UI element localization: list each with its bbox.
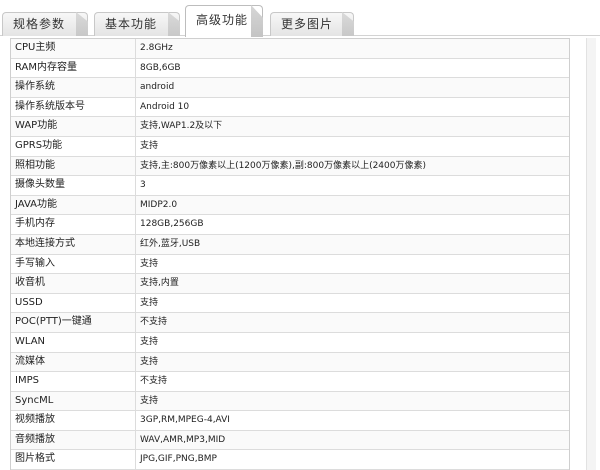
spec-value: 支持 [140, 258, 159, 269]
spec-label: 摄像头数量 [11, 176, 136, 195]
table-row: 图片格式 JPG,GIF,PNG,BMP [11, 450, 569, 470]
spec-label: 音频播放 [11, 430, 136, 450]
table-row: CPU主频 2.8GHz [11, 39, 569, 59]
table-row: 摄像头数量 3 [11, 176, 569, 196]
spec-value: JPG,GIF,PNG,BMP [140, 454, 217, 465]
spec-value: 支持 [140, 297, 159, 308]
spec-page: 规格参数 基本功能 高级功能 更多图片 CPU主频 2.8GHz RAM内存容量 8… [0, 0, 600, 470]
spec-value: 红外,蓝牙,USB [140, 238, 201, 249]
spec-value: 支持 [140, 336, 159, 347]
spec-value: Android 10 [140, 101, 190, 112]
table-row: WAP功能 支持,WAP1.2及以下 [11, 117, 569, 137]
table-row: USSD 支持 [11, 293, 569, 314]
spec-label: 操作系统 [11, 78, 136, 97]
spec-value: 支持 [140, 140, 159, 151]
table-row: POC(PTT)一键通 不支持 [11, 313, 569, 333]
spec-value: 不支持 [140, 376, 168, 387]
table-row: 本地连接方式 红外,蓝牙,USB [11, 234, 569, 255]
spec-label: JAVA功能 [11, 195, 136, 215]
spec-value: android [140, 82, 175, 93]
spec-value: MIDP2.0 [140, 199, 178, 210]
spec-value: 2.8GHz [140, 43, 173, 53]
spec-label: GPRS功能 [11, 136, 136, 156]
tab-basic-features[interactable]: 基本功能 [94, 12, 180, 36]
table-row: JAVA功能 MIDP2.0 [11, 195, 569, 216]
tab-label: 规格参数 [13, 17, 66, 31]
spec-value: WAV,AMR,MP3,MID [140, 434, 226, 445]
tab-corner-flap [342, 12, 354, 36]
spec-label: 手写输入 [11, 254, 136, 274]
spec-label: 视频播放 [11, 411, 136, 430]
spec-label: 流媒体 [11, 352, 136, 372]
vertical-scrollbar[interactable] [586, 38, 596, 470]
table-row: WLAN 支持 [11, 332, 569, 353]
tab-corner-flap [168, 12, 180, 36]
spec-value: 3 [140, 180, 146, 191]
tab-more-images[interactable]: 更多图片 [270, 12, 354, 36]
table-row: 手写输入 支持 [11, 254, 569, 275]
spec-label: WLAN [11, 332, 136, 352]
spec-label: 照相功能 [11, 156, 136, 176]
spec-label: POC(PTT)一键通 [11, 313, 136, 332]
table-row: IMPS 不支持 [11, 372, 569, 392]
spec-value: 支持 [140, 395, 159, 406]
spec-label: CPU主频 [11, 39, 136, 58]
spec-label: 收音机 [11, 274, 136, 293]
spec-value: 8GB,6GB [140, 62, 181, 73]
spec-table: CPU主频 2.8GHz RAM内存容量 8GB,6GB 操作系统 android 操… [10, 38, 570, 470]
spec-label: SyncML [11, 391, 136, 411]
tab-label: 更多图片 [281, 17, 334, 31]
spec-label: WAP功能 [11, 117, 136, 136]
spec-value: 支持,主:800万像素以上(1200万像素),副:800万像素以上(2400万像… [140, 160, 426, 171]
spec-value: 支持,WAP1.2及以下 [140, 121, 223, 132]
spec-value: 不支持 [140, 317, 168, 328]
table-row: SyncML 支持 [11, 391, 569, 412]
table-row: RAM内存容量 8GB,6GB [11, 58, 569, 79]
spec-value: 支持 [140, 356, 159, 367]
spec-label: RAM内存容量 [11, 58, 136, 78]
spec-label: 图片格式 [11, 450, 136, 470]
table-row: 手机内存 128GB,256GB [11, 215, 569, 235]
tab-corner-flap [251, 5, 263, 37]
table-row: 照相功能 支持,主:800万像素以上(1200万像素),副:800万像素以上(24… [11, 156, 569, 177]
table-row: 流媒体 支持 [11, 352, 569, 373]
tab-label: 基本功能 [105, 17, 158, 31]
table-row: 操作系统版本号 Android 10 [11, 97, 569, 118]
tab-corner-flap [76, 12, 88, 36]
spec-value: 128GB,256GB [140, 219, 204, 230]
tab-bar: 规格参数 基本功能 高级功能 更多图片 [0, 0, 600, 37]
tab-label: 高级功能 [196, 13, 249, 27]
table-row: GPRS功能 支持 [11, 136, 569, 157]
spec-label: IMPS [11, 372, 136, 391]
table-row: 视频播放 3GP,RM,MPEG-4,AVI [11, 411, 569, 431]
spec-value: 3GP,RM,MPEG-4,AVI [140, 415, 230, 426]
spec-value: 支持,内置 [140, 278, 179, 289]
spec-label: 本地连接方式 [11, 234, 136, 254]
tab-spec-params[interactable]: 规格参数 [2, 12, 88, 36]
table-row: 操作系统 android [11, 78, 569, 98]
tab-advanced-features[interactable]: 高级功能 [185, 5, 263, 37]
spec-label: 操作系统版本号 [11, 97, 136, 117]
spec-label: USSD [11, 293, 136, 313]
table-row: 收音机 支持,内置 [11, 274, 569, 294]
spec-label: 手机内存 [11, 215, 136, 234]
table-row: 音频播放 WAV,AMR,MP3,MID [11, 430, 569, 451]
